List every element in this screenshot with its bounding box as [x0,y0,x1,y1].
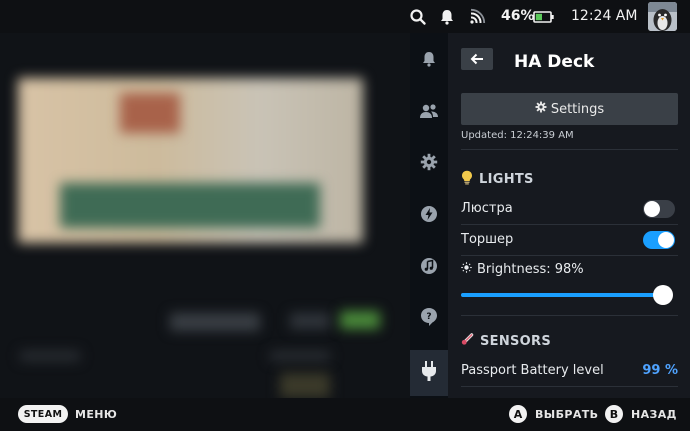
sun-icon [461,262,472,277]
slider-fill [461,293,663,297]
clock: 12:24 AM [571,8,638,24]
rail-friends[interactable] [410,93,448,133]
blurred-tile [280,373,330,398]
back-hint-label: НАЗАД [631,408,677,421]
divider [461,315,678,316]
b-button[interactable]: B [605,405,623,423]
arrow-left-icon [470,50,484,69]
art-blob [120,93,180,133]
thermometer-icon [461,332,474,350]
divider [461,224,678,225]
search-icon[interactable] [409,8,427,26]
lights-heading: LIGHTS [461,170,534,189]
a-button[interactable]: A [509,405,527,423]
blurred-text [270,351,330,361]
menu-hint-label: МЕНЮ [75,408,118,421]
quick-access-rail: ? [410,33,448,398]
light-label-chandelier: Люстра [461,201,513,216]
rail-notifications[interactable] [410,41,448,81]
bottom-hint-bar: STEAM МЕНЮ A ВЫБРАТЬ B НАЗАД [0,398,690,431]
art-blob [60,183,320,228]
toggle-knob [658,232,674,248]
toggle-knob [644,201,660,217]
notification-bell-icon[interactable] [438,8,456,26]
performance-bolt-icon [420,205,438,227]
gear-icon [535,101,547,117]
divider [461,149,678,150]
rail-settings[interactable] [410,144,448,184]
floor-lamp-toggle[interactable] [643,231,675,249]
brightness-label: Brightness: 98% [477,262,584,277]
friends-icon [419,102,439,124]
battery-icon [533,8,555,26]
light-label-floor-lamp: Торшер [461,232,514,247]
lights-heading-label: LIGHTS [479,172,534,187]
blurred-text [20,351,80,361]
background-library [0,33,410,398]
divider [461,255,678,256]
svg-text:?: ? [426,312,431,322]
sensor-value: 99 % [642,363,678,378]
sensor-label: Passport Battery level [461,363,604,378]
help-icon: ? [420,307,438,331]
plugin-icon [420,360,438,386]
rail-performance[interactable] [410,196,448,236]
rail-help[interactable]: ? [410,299,448,339]
select-hint-label: ВЫБРАТЬ [535,408,599,421]
settings-label: Settings [550,101,605,117]
rail-plugins[interactable] [410,350,448,396]
blurred-button [290,313,330,329]
settings-button[interactable]: Settings [461,93,678,125]
ha-deck-panel: HA Deck Settings Updated: 12:24:39 AM LI… [448,33,690,398]
brightness-row: Brightness: 98% [461,262,584,277]
brightness-slider[interactable] [461,285,673,305]
back-button[interactable] [461,48,493,70]
steam-button[interactable]: STEAM [18,405,68,423]
wifi-icon [468,8,486,26]
avatar[interactable] [648,2,677,31]
rail-music[interactable] [410,248,448,288]
notifications-icon [420,50,438,72]
light-bulb-icon [461,170,473,189]
divider [461,386,678,387]
slider-handle[interactable] [653,285,673,305]
blurred-button [170,313,260,331]
settings-gear-icon [420,153,438,175]
status-bar: 46% 12:24 AM [0,0,690,33]
battery-percent: 46% [501,8,535,24]
updated-timestamp: Updated: 12:24:39 AM [461,130,574,141]
sensors-heading-label: SENSORS [480,333,552,349]
music-icon [420,257,438,279]
blurred-button [340,311,380,329]
chandelier-toggle[interactable] [643,200,675,218]
sensors-heading: SENSORS [461,332,551,350]
panel-title: HA Deck [514,52,595,72]
